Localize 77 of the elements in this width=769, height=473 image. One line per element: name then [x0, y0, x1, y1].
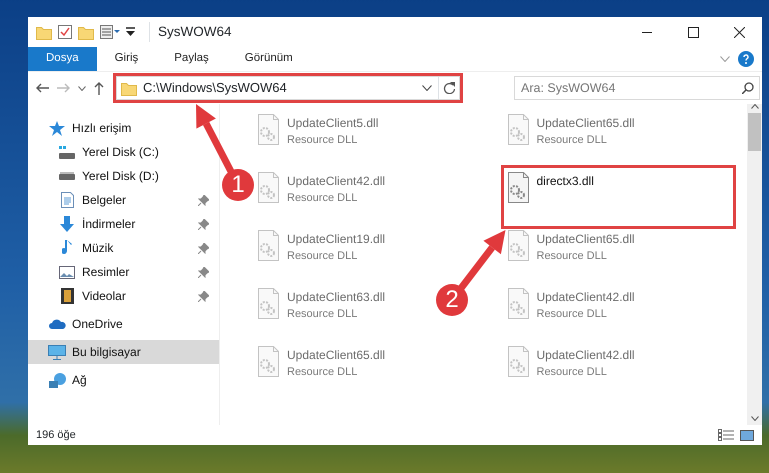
- file-type: Resource DLL: [287, 365, 358, 380]
- scroll-up-icon[interactable]: [750, 104, 758, 109]
- sidebar-item[interactable]: Ağ: [28, 368, 219, 392]
- folder-icon: [121, 80, 137, 96]
- file-name[interactable]: directx3.dll: [536, 172, 594, 190]
- folder-icon[interactable]: [36, 24, 52, 40]
- scroll-down-icon[interactable]: [750, 416, 758, 421]
- file-name[interactable]: UpdateClient65.dll: [536, 114, 635, 132]
- sidebar-item[interactable]: Videolar: [28, 284, 219, 308]
- picture-icon: [59, 266, 75, 278]
- details-view-icon[interactable]: [718, 429, 734, 441]
- sidebar-item[interactable]: Hızlı erişim: [28, 116, 219, 140]
- pin-icon[interactable]: [198, 266, 209, 278]
- folder-icon[interactable]: [78, 24, 94, 40]
- sidebar-item[interactable]: Belgeler: [28, 188, 219, 212]
- properties-icon[interactable]: [100, 25, 120, 39]
- sidebar-item[interactable]: Yerel Disk (D:): [28, 164, 219, 188]
- address-bar[interactable]: C:\Windows\SysWOW64: [116, 76, 460, 100]
- music-note-icon: [62, 240, 72, 256]
- file-type: Resource DLL: [287, 133, 358, 148]
- file-type: Resource DLL: [287, 191, 358, 206]
- pin-icon[interactable]: [198, 290, 209, 302]
- refresh-icon[interactable]: [443, 82, 455, 94]
- drive-icon: [59, 172, 75, 180]
- dll-file-icon[interactable]: [508, 172, 528, 203]
- chevron-down-icon[interactable]: [720, 56, 730, 62]
- file-name[interactable]: UpdateClient42.dll: [536, 346, 635, 364]
- file-type: Resource DLL: [536, 133, 608, 148]
- file-type: Resource DLL: [536, 307, 608, 322]
- document-icon: [60, 192, 74, 208]
- network-icon: [48, 372, 66, 388]
- forward-arrow-icon[interactable]: [57, 83, 70, 93]
- help-icon[interactable]: [738, 51, 754, 67]
- file-type: Resource DLL: [287, 249, 358, 264]
- file-type: Resource DLL: [536, 249, 608, 264]
- pin-icon[interactable]: [198, 218, 209, 230]
- close-icon[interactable]: [734, 26, 744, 38]
- sidebar-item[interactable]: Müzik: [28, 236, 219, 260]
- dropdown-caret-icon[interactable]: [422, 85, 432, 91]
- maximize-icon[interactable]: [688, 26, 698, 38]
- sidebar-item[interactable]: Resimler: [28, 260, 219, 284]
- scrollbar-thumb[interactable]: [748, 113, 761, 151]
- window-title: SysWOW64: [149, 22, 232, 42]
- large-icons-view-icon[interactable]: [740, 430, 754, 440]
- sidebar-item[interactable]: İndirmeler: [28, 212, 219, 236]
- sidebar-item[interactable]: OneDrive: [28, 312, 219, 336]
- file-name[interactable]: UpdateClient65.dll: [287, 346, 386, 364]
- film-icon: [60, 288, 74, 304]
- file-name[interactable]: UpdateClient19.dll: [287, 230, 386, 248]
- up-arrow-icon[interactable]: [94, 82, 104, 94]
- customize-caret-icon[interactable]: [126, 27, 135, 37]
- ribbon-tab[interactable]: Giriş: [96, 47, 156, 71]
- cloud-icon: [48, 319, 66, 329]
- pin-icon[interactable]: [198, 242, 209, 254]
- address-path: C:\Windows\SysWOW64: [143, 79, 288, 98]
- down-arrow-icon: [60, 216, 74, 232]
- file-name[interactable]: UpdateClient63.dll: [287, 288, 386, 306]
- ribbon-tab[interactable]: Görünüm: [226, 47, 311, 71]
- file-name[interactable]: UpdateClient42.dll: [287, 172, 386, 190]
- file-type: Resource DLL: [536, 365, 608, 380]
- drive-icon: [59, 146, 75, 158]
- search-field[interactable]: Ara: SysWOW64: [514, 76, 760, 100]
- item-count: 196 öğe: [36, 428, 76, 443]
- sidebar-item[interactable]: Bu bilgisayar: [28, 340, 219, 364]
- file-name[interactable]: UpdateClient5.dll: [287, 114, 378, 132]
- computer-icon: [48, 344, 66, 360]
- file-name[interactable]: UpdateClient65.dll: [536, 230, 635, 248]
- back-arrow-icon[interactable]: [36, 83, 49, 93]
- file-name[interactable]: UpdateClient42.dll: [536, 288, 635, 306]
- ribbon-tab[interactable]: Dosya: [28, 47, 97, 71]
- sidebar-item[interactable]: Yerel Disk (C:): [28, 140, 219, 164]
- caret-icon[interactable]: [78, 86, 86, 90]
- file-type: Resource DLL: [287, 307, 358, 322]
- checklist-icon[interactable]: [58, 25, 72, 39]
- ribbon-tab[interactable]: Paylaş: [156, 47, 227, 71]
- star-icon: [49, 120, 65, 136]
- pin-icon[interactable]: [198, 194, 209, 206]
